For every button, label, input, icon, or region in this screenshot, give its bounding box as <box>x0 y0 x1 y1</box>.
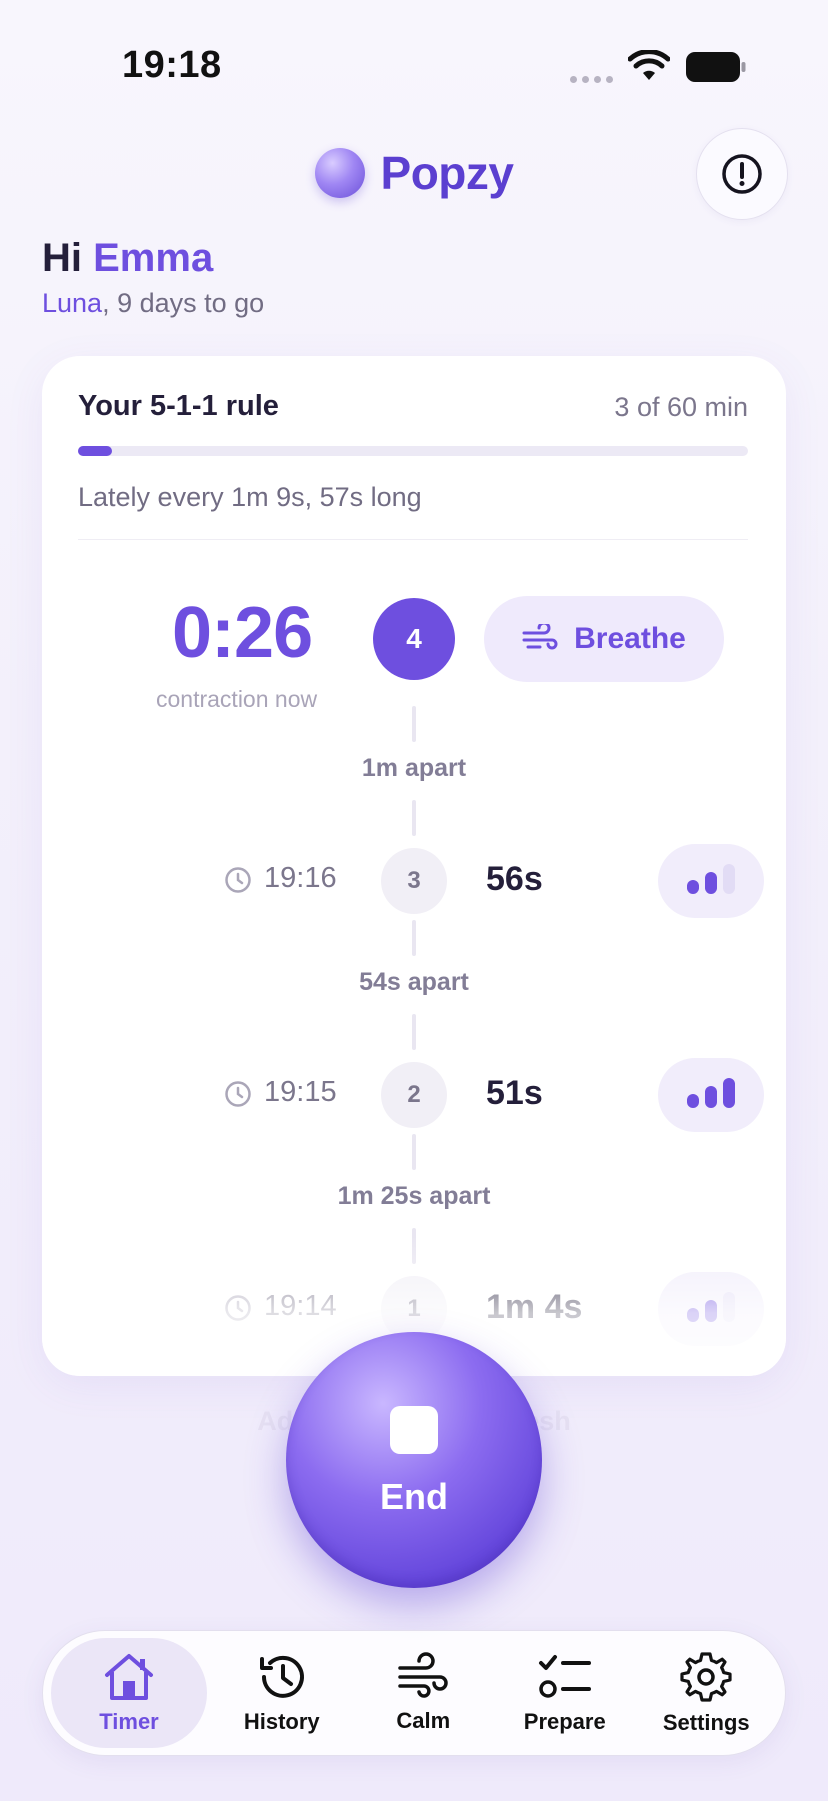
breathe-button[interactable]: Breathe <box>484 596 724 682</box>
contraction-duration: 51s <box>486 1074 543 1112</box>
end-label: End <box>380 1476 448 1517</box>
contraction-duration: 56s <box>486 860 543 898</box>
tab-prepare[interactable]: Prepare <box>494 1638 636 1748</box>
clock-icon <box>225 1295 251 1321</box>
intensity-bars-icon[interactable] <box>658 844 764 918</box>
intensity-bar <box>723 1292 735 1322</box>
status-time: 19:18 <box>122 44 222 86</box>
intensity-bar <box>723 1078 735 1108</box>
tab-label: History <box>243 1709 320 1734</box>
intensity-bar <box>705 872 717 894</box>
tab-timer[interactable]: Timer <box>51 1638 207 1748</box>
contraction-time: 19:14 <box>264 1290 337 1322</box>
due-subline: Luna, 9 days to go <box>42 288 264 319</box>
timeline-connector <box>412 706 416 742</box>
contraction-duration: 1m 4s <box>486 1288 583 1326</box>
contraction-number: 3 <box>381 848 447 914</box>
brand-name: Popzy <box>380 147 514 199</box>
checklist-icon <box>538 1655 591 1698</box>
intensity-bar <box>687 1308 699 1322</box>
wind-icon <box>398 1652 448 1698</box>
tab-history[interactable]: History <box>211 1638 353 1748</box>
clock-icon <box>225 867 251 893</box>
signal-dots-icon <box>570 76 613 83</box>
tab-calm[interactable]: Calm <box>353 1638 495 1748</box>
baby-name: Luna <box>42 288 103 318</box>
contractions-card: Your 5-1-1 rule 3 of 60 min Lately every… <box>42 356 786 1376</box>
stop-icon <box>390 1406 438 1454</box>
intensity-bar <box>687 880 699 894</box>
info-button[interactable] <box>696 128 788 220</box>
contraction-time: 19:16 <box>264 862 337 894</box>
wind-icon <box>522 624 558 650</box>
current-contraction-number: 4 <box>373 598 455 680</box>
home-icon <box>105 1654 153 1700</box>
breathe-label: Breathe <box>574 622 686 655</box>
battery-icon <box>686 52 746 82</box>
gear-icon <box>680 1652 732 1702</box>
rule-progress-text: 3 of 60 min <box>614 392 748 422</box>
greeting-hi: Hi <box>42 236 82 280</box>
divider <box>78 539 748 540</box>
lately-summary: Lately every 1m 9s, 57s long <box>78 482 422 512</box>
status-bar: 19:18 <box>0 0 828 130</box>
timeline-connector <box>412 1228 416 1264</box>
tab-label: Calm <box>396 1708 451 1733</box>
contraction-row[interactable]: 19:16 3 56s <box>42 840 786 920</box>
history-icon <box>259 1655 304 1698</box>
end-contraction-button[interactable]: End <box>286 1332 542 1588</box>
tab-label: Prepare <box>523 1709 606 1734</box>
tab-settings[interactable]: Settings <box>636 1638 778 1748</box>
timeline-connector <box>412 800 416 836</box>
tab-label: Timer <box>99 1709 159 1734</box>
intensity-bar <box>723 864 735 894</box>
rule-progress-bar <box>78 446 748 456</box>
alert-circle-icon <box>722 154 762 194</box>
user-name: Emma <box>93 236 214 280</box>
contraction-row[interactable]: 19:15 2 51s <box>42 1054 786 1134</box>
gap-label: 1m apart <box>361 754 467 782</box>
current-timer-label: contraction now <box>156 686 318 712</box>
intensity-bar <box>705 1086 717 1108</box>
gap-label: 54s apart <box>359 968 469 996</box>
timeline-connector <box>412 920 416 956</box>
timeline-connector <box>412 1014 416 1050</box>
rule-title: Your 5-1-1 rule <box>78 390 279 422</box>
intensity-bar <box>687 1094 699 1108</box>
orb-logo-icon <box>314 148 365 198</box>
contraction-time: 19:15 <box>264 1076 337 1108</box>
tab-bar: Timer History Calm Prepare Settings <box>42 1630 786 1756</box>
days-to-go: , 9 days to go <box>102 288 265 318</box>
clock-icon <box>225 1081 251 1107</box>
intensity-bar <box>705 1300 717 1322</box>
contraction-number: 2 <box>381 1062 447 1128</box>
gap-label: 1m 25s apart <box>337 1182 491 1210</box>
rule-progress-fill <box>78 446 112 456</box>
tab-label: Settings <box>662 1710 750 1735</box>
greeting: Hi Emma <box>42 236 213 281</box>
timeline-connector <box>412 1134 416 1170</box>
intensity-bars-icon[interactable] <box>658 1058 764 1132</box>
intensity-bars-icon[interactable] <box>658 1272 764 1346</box>
wifi-icon <box>628 50 670 80</box>
current-timer: 0:26 <box>172 593 313 673</box>
